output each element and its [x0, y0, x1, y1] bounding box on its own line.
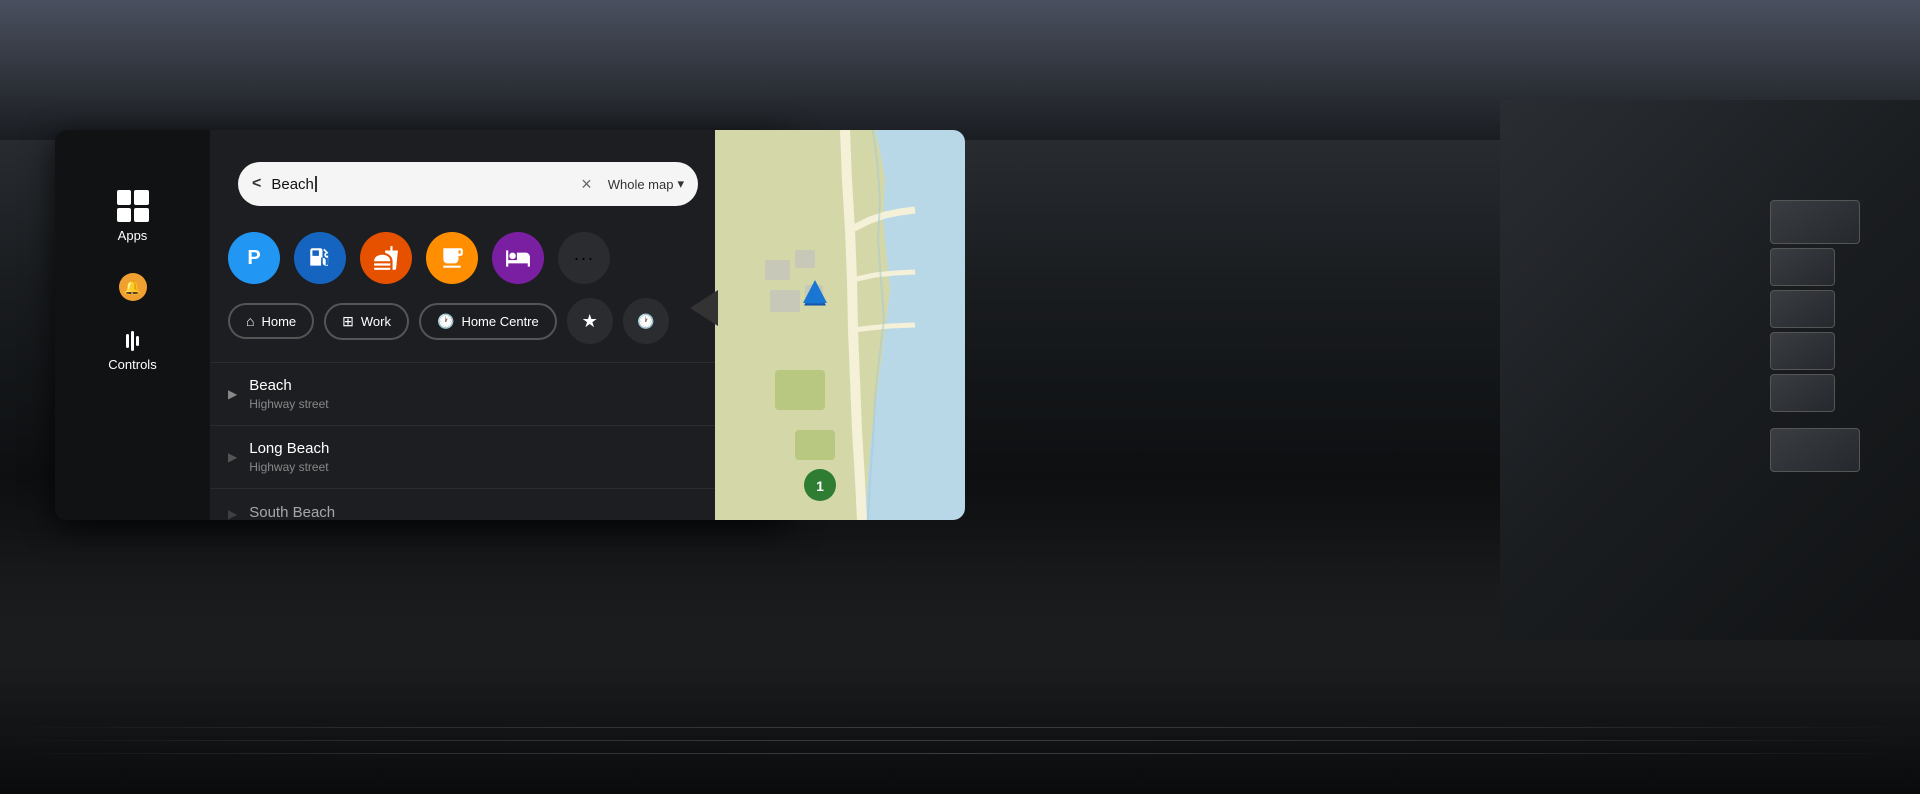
car-button-1[interactable]: [1770, 200, 1860, 244]
notification-icon: [119, 273, 147, 301]
whole-map-button[interactable]: Whole map ▾: [608, 176, 684, 192]
category-row: P ···: [210, 232, 770, 284]
dash-line-2: [0, 740, 1920, 741]
work-label: Work: [361, 314, 391, 329]
result-long-beach[interactable]: ▶ Long Beach Highway street 18 mi: [210, 426, 770, 489]
nav-panel: < Beach × Whole map ▾ ✕ P: [210, 130, 770, 520]
car-button-2[interactable]: [1770, 248, 1835, 286]
dash-line-3: [0, 753, 1920, 754]
result-info-long-beach: Long Beach Highway street: [249, 440, 715, 474]
result-arrow-icon: ▶: [228, 387, 237, 401]
sidebar-item-controls[interactable]: Controls: [108, 331, 156, 372]
home-label: Home: [261, 314, 296, 329]
clock-icon: 🕐: [437, 313, 454, 330]
display-unit: Apps Controls < Beach ×: [55, 130, 790, 520]
search-bar[interactable]: < Beach × Whole map ▾: [238, 162, 698, 206]
car-button-5[interactable]: [1770, 374, 1835, 412]
quick-link-home[interactable]: ⌂ Home: [228, 303, 314, 339]
home-centre-label: Home Centre: [461, 314, 538, 329]
category-parking[interactable]: P: [228, 232, 280, 284]
controls-icon: [126, 331, 139, 351]
apps-icon: [117, 190, 149, 222]
right-controls: [1500, 100, 1920, 640]
apps-label: Apps: [118, 228, 148, 243]
result-info-south-beach: South Beach: [249, 504, 732, 521]
category-hotel[interactable]: [492, 232, 544, 284]
quick-links: ⌂ Home ⊞ Work 🕐 Home Centre ★ 🕐: [210, 298, 770, 344]
map-panel: 1: [715, 130, 965, 520]
map-svg: 1: [715, 130, 965, 520]
car-button-4[interactable]: [1770, 332, 1835, 370]
category-fuel[interactable]: [294, 232, 346, 284]
category-more[interactable]: ···: [558, 232, 610, 284]
sidebar-item-apps[interactable]: Apps: [117, 190, 149, 243]
result-name-beach: Beach: [249, 377, 715, 394]
search-cursor: [315, 176, 317, 192]
dash-lines: [0, 727, 1920, 754]
home-icon: ⌂: [246, 313, 254, 329]
dash-line-1: [0, 727, 1920, 728]
quick-link-home-centre[interactable]: 🕐 Home Centre: [419, 303, 557, 340]
result-street-beach: Highway street: [249, 397, 715, 411]
sidebar: Apps Controls: [55, 130, 210, 520]
chevron-down-icon: ▾: [677, 176, 684, 192]
history-button[interactable]: 🕐: [623, 298, 669, 344]
result-south-beach[interactable]: ▶ South Beach 29: [210, 489, 770, 520]
car-button-3[interactable]: [1770, 290, 1835, 328]
result-arrow-icon-3: ▶: [228, 507, 237, 521]
whole-map-label: Whole map: [608, 177, 674, 192]
search-input-area[interactable]: Beach: [271, 176, 573, 193]
result-street-long-beach: Highway street: [249, 460, 715, 474]
search-text: Beach: [271, 176, 314, 193]
result-info-beach: Beach Highway street: [249, 377, 715, 411]
result-beach[interactable]: ▶ Beach Highway street 15 mi: [210, 363, 770, 426]
clear-button[interactable]: ×: [581, 175, 592, 193]
car-button-6[interactable]: [1770, 428, 1860, 472]
work-icon: ⊞: [342, 313, 354, 330]
result-name-long-beach: Long Beach: [249, 440, 715, 457]
left-nav-arrow[interactable]: [690, 290, 718, 326]
back-button[interactable]: <: [252, 175, 261, 193]
svg-text:1: 1: [816, 478, 824, 494]
sidebar-item-notifications[interactable]: [119, 273, 147, 301]
quick-link-work[interactable]: ⊞ Work: [324, 303, 409, 340]
result-name-south-beach: South Beach: [249, 504, 732, 521]
controls-label: Controls: [108, 357, 156, 372]
favorites-button[interactable]: ★: [567, 298, 613, 344]
right-button-group: [1770, 200, 1860, 472]
result-arrow-icon-2: ▶: [228, 450, 237, 464]
category-food[interactable]: [360, 232, 412, 284]
category-drinks[interactable]: [426, 232, 478, 284]
